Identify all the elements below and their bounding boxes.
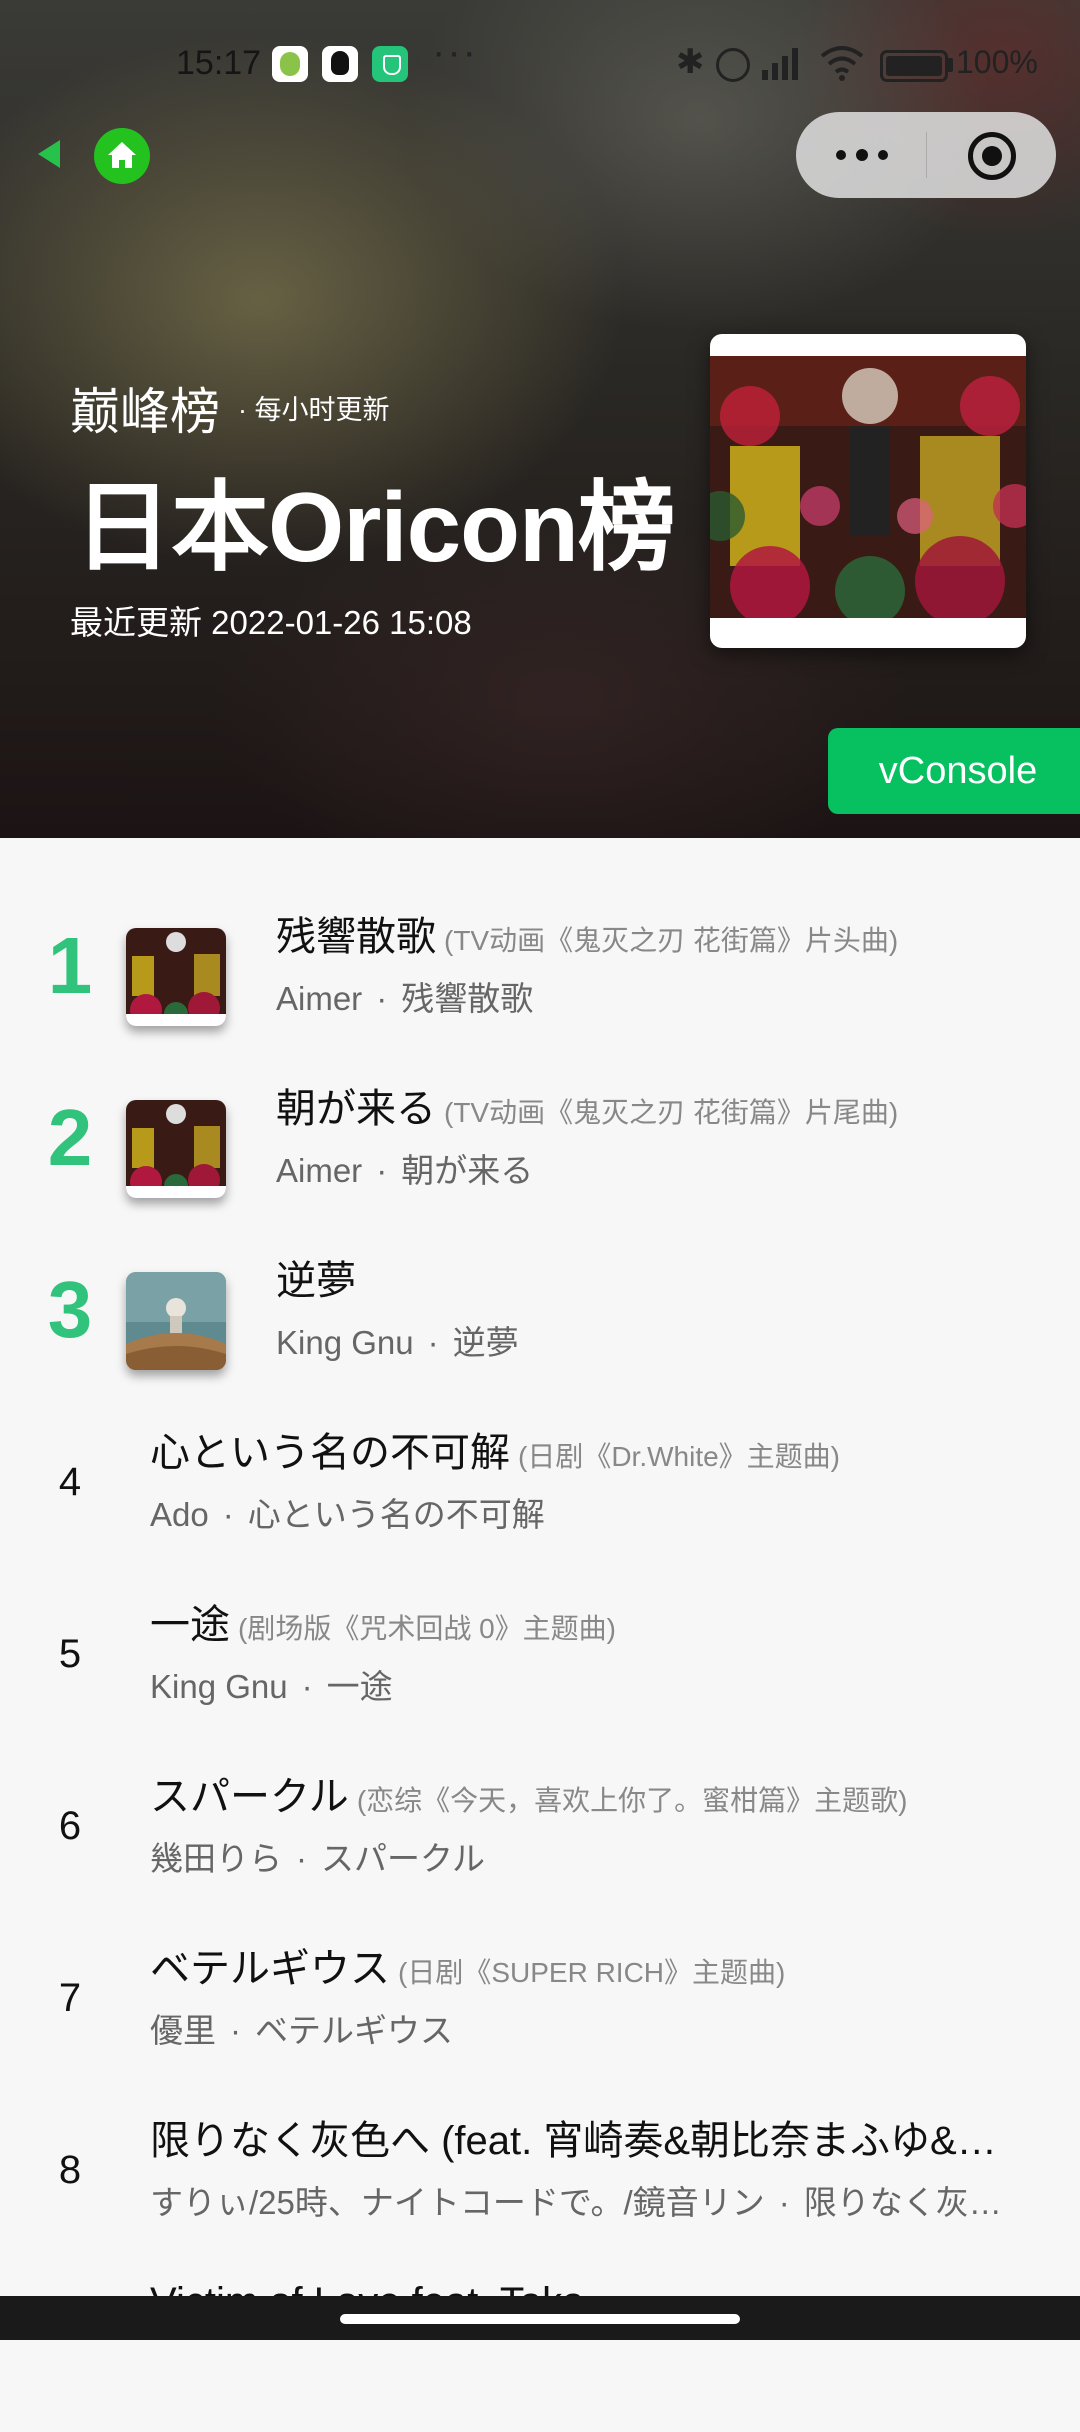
- song-subtitle: 優里 · ベテルギウス: [150, 2012, 453, 2049]
- song-row-9[interactable]: Victim of Love feat. Taka: [0, 2260, 1080, 2432]
- artist-name: 幾田りら: [150, 1840, 282, 1877]
- song-title-line: 残響散歌 (TV动画《鬼灭之刃 花街篇》片头曲): [276, 904, 1056, 962]
- song-title: ベテルギウス: [150, 1947, 390, 1991]
- artist-name: King Gnu: [150, 1668, 288, 1705]
- album-name: 朝が来る: [401, 1152, 534, 1189]
- album-thumbnail: [126, 1100, 226, 1198]
- battery-level: 100%: [956, 44, 1038, 80]
- song-subtitle: 幾田りら · スパークル: [150, 1840, 486, 1877]
- song-title: 限りなく灰色へ (feat. 宵崎奏&朝比奈まふゆ&東雲絵名&暁山瑞希&鏡音リン…: [150, 2119, 1026, 2163]
- status-time: 15:17: [176, 44, 262, 82]
- alarm-icon: [716, 48, 750, 82]
- bluetooth-icon: ✱: [676, 43, 705, 81]
- album-name: スパークル: [321, 1840, 486, 1877]
- chart-category: 巅峰榜: [70, 384, 220, 440]
- chart-header: 15:17 ··· ✱ 100% 巅峰榜 · 每小时更新 日本Oricon榜 最…: [0, 0, 1080, 838]
- cover-artwork: [710, 356, 1026, 618]
- album-name: 限りなく灰色へ: [803, 2184, 1026, 2221]
- song-title: 一途: [150, 1603, 230, 1647]
- song-subtitle: King Gnu · 一途: [150, 1668, 393, 1705]
- album-art: [126, 928, 226, 1026]
- rank-number: 8: [58, 2148, 82, 2192]
- song-subtitle: すりぃ/25時、ナイトコードで。/鏡音リン · 限りなく灰色へ: [150, 2176, 1026, 2224]
- capsule-more-button[interactable]: [796, 112, 926, 198]
- artist-name: すりぃ/25時、ナイトコードで。/鏡音リン: [150, 2184, 765, 2221]
- home-button[interactable]: [94, 128, 150, 184]
- album-name: 残響散歌: [401, 980, 534, 1017]
- chart-cover-image: [710, 334, 1026, 648]
- artist-name: Aimer: [276, 980, 363, 1017]
- rank-number: 1: [47, 921, 93, 1010]
- song-row-2[interactable]: 2 朝が来る (TV动画《鬼灭之刃 花街篇》片尾曲) Aimer · 朝が来る: [0, 1056, 1080, 1228]
- song-title-line: スパークル (恋综《今天，喜欢上你了。蜜柑篇》主题歌): [150, 1764, 1026, 1822]
- artist-name: Aimer: [276, 1152, 363, 1189]
- album-name: 心という名の不可解: [247, 1496, 545, 1533]
- album-art: [126, 1272, 226, 1370]
- song-note: (TV动画《鬼灭之刃 花街篇》片头曲): [444, 925, 899, 956]
- miniprogram-capsule: [796, 112, 1056, 198]
- shield-app-icon: [372, 46, 408, 82]
- song-title-line: 心という名の不可解 (日剧《Dr.White》主题曲): [150, 1420, 1026, 1478]
- song-title: 逆夢: [276, 1259, 356, 1303]
- home-icon: [108, 142, 136, 168]
- page-title: 日本Oricon榜: [74, 472, 676, 582]
- battery-cap: [948, 58, 953, 72]
- song-row-4[interactable]: 4 心という名の不可解 (日剧《Dr.White》主题曲) Ado · 心という名の不…: [0, 1400, 1080, 1572]
- album-art: [126, 1100, 226, 1198]
- battery-icon: [880, 50, 948, 82]
- wifi-icon: [820, 46, 864, 81]
- song-note: (恋综《今天，喜欢上你了。蜜柑篇》主题歌): [356, 1785, 908, 1816]
- song-title-line: ベテルギウス (日剧《SUPER RICH》主题曲): [150, 1936, 1026, 1994]
- song-row-6[interactable]: 6 スパークル (恋综《今天，喜欢上你了。蜜柑篇》主题歌) 幾田りら · スパークル: [0, 1744, 1080, 1916]
- album-thumbnail: [126, 928, 226, 1026]
- album-name: 一途: [326, 1668, 393, 1705]
- status-bar: 15:17 ··· ✱ 100%: [0, 0, 1080, 130]
- song-title-line: 限りなく灰色へ (feat. 宵崎奏&朝比奈まふゆ&東雲絵名&暁山瑞希&鏡音リン…: [150, 2108, 1026, 2166]
- more-notifications-icon: ···: [432, 30, 478, 74]
- update-frequency: · 每小时更新: [238, 395, 390, 425]
- capsule-close-button[interactable]: [926, 112, 1056, 198]
- rank-number: 6: [58, 1804, 82, 1848]
- song-subtitle: Aimer · 残響散歌: [276, 980, 534, 1017]
- rank-number: 4: [58, 1460, 82, 1504]
- song-title-line: 一途 (剧场版《咒术回战 0》主题曲): [150, 1592, 1026, 1650]
- song-row-8[interactable]: 8 限りなく灰色へ (feat. 宵崎奏&朝比奈まふゆ&東雲絵名&暁山瑞希&鏡音…: [0, 2088, 1080, 2260]
- album-thumbnail: [126, 1272, 226, 1370]
- song-note: (剧场版《咒术回战 0》主题曲): [238, 1613, 617, 1644]
- song-title-line: 朝が来る (TV动画《鬼灭之刃 花街篇》片尾曲): [276, 1076, 1056, 1134]
- song-title: スパークル: [150, 1775, 349, 1819]
- song-subtitle: King Gnu · 逆夢: [276, 1324, 519, 1361]
- rank-number: 3: [47, 1265, 93, 1354]
- song-row-1[interactable]: 1 残響散歌 (TV动画《鬼灭之刃 花街篇》片头曲) Aimer · 残響散歌: [0, 884, 1080, 1056]
- qq-penguin-icon: [322, 46, 358, 82]
- artist-name: 優里: [150, 2012, 216, 2049]
- artist-name: King Gnu: [276, 1324, 414, 1361]
- song-note: (日剧《SUPER RICH》主题曲): [398, 1957, 786, 1988]
- rank-number: 7: [58, 1976, 82, 2020]
- system-navigation-bar: [0, 2296, 1080, 2340]
- rank-number: 2: [47, 1093, 93, 1182]
- song-title: 朝が来る: [276, 1087, 436, 1131]
- song-title: 心という名の不可解: [150, 1431, 510, 1475]
- song-row-3[interactable]: 3 逆夢 King Gnu · 逆夢: [0, 1228, 1080, 1400]
- song-row-5[interactable]: 5 一途 (剧场版《咒术回战 0》主题曲) King Gnu · 一途: [0, 1572, 1080, 1744]
- artist-name: Ado: [150, 1496, 209, 1533]
- song-note: (TV动画《鬼灭之刃 花街篇》片尾曲): [444, 1097, 899, 1128]
- fruit-app-icon: [272, 46, 308, 82]
- home-indicator[interactable]: [340, 2314, 740, 2324]
- signal-icon: [762, 46, 808, 80]
- album-name: ベテルギウス: [255, 2012, 453, 2049]
- song-note: (日剧《Dr.White》主题曲): [518, 1441, 841, 1472]
- song-title: 残響散歌: [276, 915, 436, 959]
- album-name: 逆夢: [452, 1324, 519, 1361]
- rank-number: 5: [58, 1632, 82, 1676]
- song-row-7[interactable]: 7 ベテルギウス (日剧《SUPER RICH》主题曲) 優里 · ベテルギウス: [0, 1916, 1080, 2088]
- last-update-time: 最近更新 2022-01-26 15:08: [70, 604, 472, 641]
- song-subtitle: Ado · 心という名の不可解: [150, 1496, 545, 1533]
- back-icon[interactable]: [32, 136, 68, 172]
- song-title-line: 逆夢: [276, 1248, 1056, 1306]
- song-subtitle: Aimer · 朝が来る: [276, 1152, 534, 1189]
- vconsole-button[interactable]: vConsole: [828, 728, 1080, 814]
